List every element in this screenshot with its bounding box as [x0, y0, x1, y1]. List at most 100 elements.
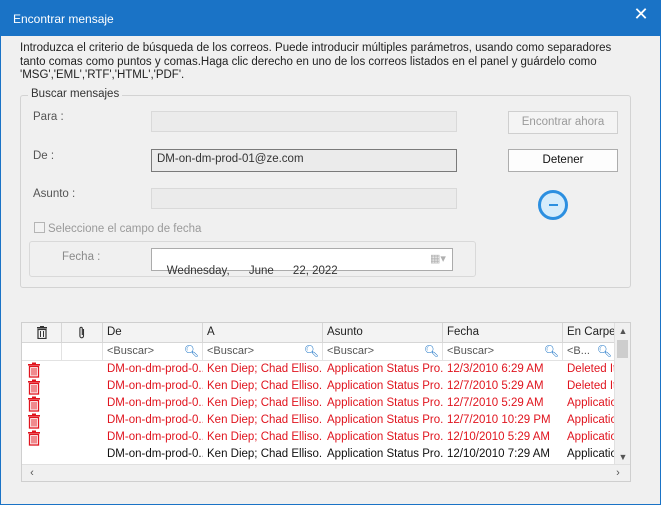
- cell-from: DM-on-dm-prod-0...: [107, 380, 203, 392]
- search-group-label: Buscar mensajes: [28, 88, 123, 100]
- trash-icon: [28, 379, 40, 395]
- find-now-button[interactable]: Encontrar ahora: [508, 111, 618, 134]
- cell-date: 12/7/2010 5:29 AM: [447, 397, 544, 409]
- search-icon[interactable]: 🔍︎: [424, 344, 439, 358]
- search-icon[interactable]: 🔍︎: [597, 344, 612, 358]
- cell-folder: Deleted It: [567, 363, 615, 375]
- filter-placeholder: <B...: [567, 345, 590, 357]
- trash-icon: [28, 362, 40, 378]
- cell-to: Ken Diep; Chad Elliso...: [207, 431, 323, 443]
- subject-label: Asunto :: [33, 188, 76, 200]
- cell-to: Ken Diep; Chad Elliso...: [207, 380, 323, 392]
- subject-field[interactable]: [151, 188, 457, 209]
- spinner-dash: [549, 204, 558, 206]
- table-row[interactable]: DM-on-dm-prod-0... Ken Diep; Chad Elliso.…: [22, 413, 615, 430]
- to-label: Para :: [33, 111, 64, 123]
- cell-subject: Application Status Pro...: [327, 414, 443, 426]
- cell-from: DM-on-dm-prod-0...: [107, 397, 203, 409]
- table-row[interactable]: DM-on-dm-prod-0... Ken Diep; Chad Elliso.…: [22, 362, 615, 379]
- grid-header: De A Asunto Fecha En Carpet: [22, 323, 615, 343]
- col-folder[interactable]: En Carpet: [563, 323, 615, 343]
- cell-folder: Applicatio: [567, 397, 615, 409]
- table-row[interactable]: DM-on-dm-prod-0... Ken Diep; Chad Elliso.…: [22, 379, 615, 396]
- cell-folder: Applicatio: [567, 414, 615, 426]
- cell-to: Ken Diep; Chad Elliso...: [207, 363, 323, 375]
- trash-icon: [28, 396, 40, 412]
- cell-folder: Applicatio: [567, 448, 615, 460]
- cell-date: 12/7/2010 10:29 PM: [447, 414, 551, 426]
- window-title: Encontrar mensaje: [13, 12, 114, 26]
- scroll-left-icon[interactable]: ‹: [24, 465, 40, 481]
- col-subject[interactable]: Asunto: [323, 323, 443, 343]
- date-value: Wednesday, June 22, 2022: [166, 265, 338, 277]
- cell-date: 12/10/2010 5:29 AM: [447, 431, 550, 443]
- date-picker[interactable]: Wednesday, June 22, 2022 ▦▾: [151, 248, 453, 277]
- scroll-thumb[interactable]: [617, 340, 628, 358]
- title-bar: Encontrar mensaje ✕: [1, 1, 660, 36]
- date-checkbox[interactable]: [34, 222, 45, 233]
- cell-folder: Applicatio: [567, 431, 615, 443]
- cell-from: DM-on-dm-prod-0...: [107, 448, 203, 460]
- date-checkbox-label: Seleccione el campo de fecha: [48, 223, 202, 235]
- filter-folder[interactable]: <B... 🔍︎: [563, 343, 615, 361]
- cell-from: DM-on-dm-prod-0...: [107, 431, 203, 443]
- col-attachment[interactable]: [62, 323, 103, 343]
- col-delete[interactable]: [22, 323, 62, 343]
- cell-subject: Application Status Pro...: [327, 397, 443, 409]
- horizontal-scrollbar[interactable]: ‹ ›: [22, 464, 630, 481]
- cell-to: Ken Diep; Chad Elliso...: [207, 397, 323, 409]
- find-message-dialog: Encontrar mensaje ✕ Introduzca el criter…: [0, 0, 661, 505]
- scroll-right-icon[interactable]: ›: [610, 465, 626, 481]
- col-date[interactable]: Fecha: [443, 323, 563, 343]
- to-field[interactable]: [151, 111, 457, 132]
- vertical-scrollbar[interactable]: ▲ ▼: [614, 323, 630, 465]
- scroll-down-icon[interactable]: ▼: [615, 449, 630, 465]
- search-icon[interactable]: 🔍︎: [544, 344, 559, 358]
- filter-cell-empty: [62, 343, 103, 361]
- scroll-up-icon[interactable]: ▲: [615, 323, 630, 339]
- filter-placeholder: <Buscar>: [447, 345, 495, 357]
- cell-subject: Application Status Pro...: [327, 431, 443, 443]
- cell-from: DM-on-dm-prod-0...: [107, 414, 203, 426]
- filter-to[interactable]: <Buscar> 🔍︎: [203, 343, 323, 361]
- date-label: Fecha :: [62, 251, 101, 263]
- close-icon[interactable]: ✕: [626, 3, 656, 27]
- cell-to: Ken Diep; Chad Elliso...: [207, 448, 323, 460]
- col-from[interactable]: De: [103, 323, 203, 343]
- cell-from: DM-on-dm-prod-0...: [107, 363, 203, 375]
- table-row[interactable]: DM-on-dm-prod-0... Ken Diep; Chad Elliso.…: [22, 396, 615, 413]
- cell-subject: Application Status Pro...: [327, 363, 443, 375]
- trash-icon: [28, 430, 40, 446]
- table-row[interactable]: DM-on-dm-prod-0... Ken Diep; Chad Elliso.…: [22, 447, 615, 464]
- filter-from[interactable]: <Buscar> 🔍︎: [103, 343, 203, 361]
- results-grid: De A Asunto Fecha En Carpet <Buscar> 🔍︎ <…: [21, 322, 631, 482]
- cell-to: Ken Diep; Chad Elliso...: [207, 414, 323, 426]
- table-row[interactable]: DM-on-dm-prod-0... Ken Diep; Chad Elliso.…: [22, 430, 615, 447]
- progress-spinner-icon: [538, 190, 568, 220]
- stop-button[interactable]: Detener: [508, 149, 618, 172]
- search-icon[interactable]: 🔍︎: [304, 344, 319, 358]
- filter-subject[interactable]: <Buscar> 🔍︎: [323, 343, 443, 361]
- cell-date: 12/10/2010 7:29 AM: [447, 448, 550, 460]
- filter-date[interactable]: <Buscar> 🔍︎: [443, 343, 563, 361]
- filter-placeholder: <Buscar>: [327, 345, 375, 357]
- grid-filter-row: <Buscar> 🔍︎ <Buscar> 🔍︎ <Buscar> 🔍︎ <Buscar…: [22, 343, 615, 361]
- trash-icon: [36, 326, 47, 340]
- instructions-text: Introduzca el criterio de búsqueda de lo…: [20, 42, 612, 81]
- filter-placeholder: <Buscar>: [207, 345, 255, 357]
- paperclip-icon: [79, 326, 85, 339]
- trash-icon: [28, 413, 40, 429]
- filter-cell-empty: [22, 343, 62, 361]
- from-label: De :: [33, 150, 55, 162]
- filter-placeholder: <Buscar>: [107, 345, 155, 357]
- cell-date: 12/3/2010 6:29 AM: [447, 363, 544, 375]
- cell-date: 12/7/2010 5:29 AM: [447, 380, 544, 392]
- cell-subject: Application Status Pro...: [327, 380, 443, 392]
- from-field[interactable]: DM-on-dm-prod-01@ze.com: [151, 149, 457, 172]
- calendar-dropdown-icon[interactable]: ▦▾: [426, 251, 450, 268]
- cell-folder: Deleted It: [567, 380, 615, 392]
- cell-subject: Application Status Pro...: [327, 448, 443, 460]
- col-to[interactable]: A: [203, 323, 323, 343]
- search-icon[interactable]: 🔍︎: [184, 344, 199, 358]
- date-checkbox-row[interactable]: Seleccione el campo de fecha: [34, 222, 201, 235]
